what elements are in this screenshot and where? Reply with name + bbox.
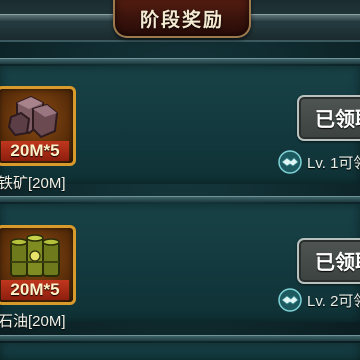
reward-row-partial bbox=[0, 335, 360, 360]
row-divider bbox=[0, 335, 360, 341]
claimed-button[interactable]: 已领取 bbox=[297, 95, 360, 141]
stage-rewards-screen: 阶段奖励 20M*5 铁矿[20M] 已领取 Lv. 1可领取 bbox=[0, 0, 360, 360]
item-name: 铁矿[20M] bbox=[0, 175, 66, 192]
oil-barrels-icon bbox=[10, 234, 60, 277]
reward-panel bbox=[0, 343, 360, 360]
page-title: 阶段奖励 bbox=[139, 9, 224, 31]
quantity-badge: 20M*5 bbox=[1, 141, 69, 161]
title-plate: 阶段奖励 bbox=[113, 0, 251, 38]
title-bar: 阶段奖励 bbox=[0, 0, 360, 42]
row-divider bbox=[0, 196, 360, 202]
title-rail-left bbox=[0, 14, 113, 21]
reward-item-slot[interactable]: 20M*5 bbox=[0, 86, 76, 166]
requirement-text: Lv. 2可领取 bbox=[307, 292, 360, 310]
claimed-button[interactable]: 已领取 bbox=[297, 238, 360, 284]
requirement-line: Lv. 1可领取 bbox=[278, 150, 360, 174]
row-divider bbox=[0, 58, 360, 64]
iron-ore-icon bbox=[7, 95, 59, 139]
quantity-badge: 20M*5 bbox=[1, 280, 69, 300]
requirement-line: Lv. 2可领取 bbox=[278, 288, 360, 312]
item-name: 石油[20M] bbox=[0, 313, 66, 330]
reward-item-slot[interactable]: 20M*5 bbox=[0, 225, 76, 305]
requirement-text: Lv. 1可领取 bbox=[307, 154, 360, 172]
handshake-icon bbox=[278, 150, 302, 174]
title-rail-right bbox=[247, 14, 360, 21]
handshake-icon bbox=[278, 288, 302, 312]
